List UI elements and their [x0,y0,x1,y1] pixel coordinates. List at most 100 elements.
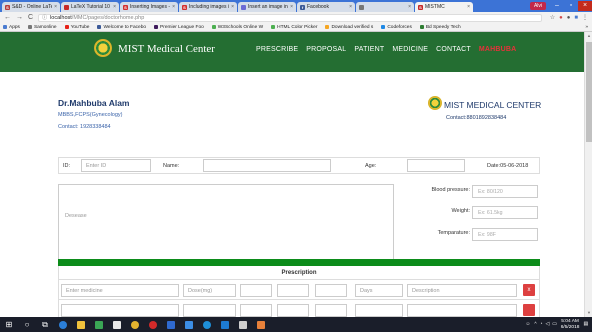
opera-icon[interactable] [144,317,162,332]
photos-icon[interactable] [234,317,252,332]
tab-close-icon[interactable]: × [231,4,234,10]
scroll-up-icon[interactable]: ▲ [586,33,592,39]
edge-icon[interactable] [54,317,72,332]
windows-start-icon[interactable]: ⊞ [0,317,18,332]
browser-tab[interactable]: S Inserting Images - × [120,2,178,12]
notifications-icon[interactable]: ▤ [583,322,588,327]
tray-chevron-icon[interactable]: ^ [534,322,536,327]
bookmark-item[interactable]: Apps [3,25,20,30]
extension-icon[interactable]: ● [559,15,563,21]
scroll-thumb[interactable] [586,42,592,142]
battery-icon[interactable]: ▭ [552,322,557,327]
temperature-input[interactable]: Ex: 98F [472,228,538,241]
schedule-night-input[interactable] [315,284,347,297]
disease-textarea[interactable]: Desease [58,184,394,260]
app-icon[interactable] [198,317,216,332]
nav-patient[interactable]: PATIENT [354,46,384,53]
url-input[interactable]: ⓘ localhost/MMC/pages/doctorhome.php [38,13,542,22]
bp-input[interactable]: Ex: 80/120 [472,185,538,198]
bookmark-star-icon[interactable]: ☆ [550,14,555,21]
search-icon[interactable]: ○ [18,317,36,332]
app-icon[interactable] [162,317,180,332]
browser-tab[interactable]: S MISTMC × [415,2,473,12]
schedule-morning-input[interactable] [240,304,272,317]
tab-close-icon[interactable]: × [54,4,57,10]
patient-name-input[interactable] [203,159,331,172]
delete-row-button[interactable] [523,304,535,316]
schedule-night-input[interactable] [315,304,347,317]
bookmark-item[interactable]: YouTube [64,25,89,30]
description-input[interactable] [407,304,517,317]
bookmark-label: Samonline [33,24,57,30]
bookmark-item[interactable]: Bd Speedy Tech [419,25,461,30]
browser-tab[interactable]: S Including images in × [179,2,237,12]
browser-tab[interactable]: Insert an image in × [238,2,296,12]
app-icon[interactable] [90,317,108,332]
medicine-input[interactable] [61,304,179,317]
bookmark-item[interactable]: Samonline [27,24,57,30]
more-bookmarks-icon[interactable]: » [585,25,588,30]
profile-badge[interactable]: Alvi [529,2,546,10]
schedule-noon-input[interactable] [277,284,309,297]
extension-icon[interactable]: ● [567,15,571,21]
back-icon[interactable]: ← [4,14,11,21]
scroll-down-icon[interactable]: ▼ [586,310,592,316]
bookmark-item[interactable]: Premier League Foo [154,25,204,30]
browser-tab[interactable]: × [356,2,414,12]
store-icon[interactable] [108,317,126,332]
tab-close-icon[interactable]: × [349,4,352,10]
bookmark-favicon-icon [271,25,276,29]
days-input[interactable]: Days [355,284,403,297]
nav-medicine[interactable]: MEDICINE [392,46,428,53]
minimize-icon[interactable]: – [550,1,564,11]
network-icon[interactable]: ◔ [540,322,543,327]
site-brand[interactable]: MIST Medical Center [118,43,215,55]
bookmark-item[interactable]: Welcome to Facebo [97,25,146,30]
tab-close-icon[interactable]: × [172,4,175,10]
taskbar-clock[interactable]: 5:04 AM 6/5/2018 [561,319,580,330]
description-input[interactable]: Description [407,284,517,297]
maximize-icon[interactable]: ▫ [564,1,578,11]
weight-input[interactable]: Ex: 61.5kg [472,206,538,219]
chrome-icon[interactable] [126,317,144,332]
app-icon[interactable] [180,317,198,332]
people-icon[interactable]: ☺ [525,322,530,327]
close-icon[interactable]: × [578,1,592,11]
extension-icon[interactable]: ■ [574,15,578,21]
bookmark-item[interactable]: HTML Color Picker [271,25,317,30]
menu-icon[interactable]: ⋮ [582,14,588,21]
nav-contact[interactable]: CONTACT [436,46,471,53]
bookmark-label: Premier League Foo [160,24,204,30]
nav-prescribe[interactable]: PRESCRIBE [256,46,298,53]
bookmark-item[interactable]: Download verified s [325,25,373,30]
browser-tab[interactable]: LaTeX Tutorial 10 Ins× [61,2,119,12]
reload-icon[interactable]: C [28,14,33,21]
patient-age-input[interactable] [407,159,465,172]
tab-close-icon[interactable]: × [113,4,116,10]
medicine-input[interactable]: Enter medicine [61,284,179,297]
dose-input[interactable]: Dose(mg) [183,284,236,297]
browser-tab[interactable]: f Facebook × [297,2,355,12]
id-label: ID: [63,162,71,169]
tab-close-icon[interactable]: × [290,4,293,10]
bookmark-item[interactable]: Codeforces [381,25,412,30]
bookmark-item[interactable]: W3Schools Online W [211,25,263,30]
patient-id-input[interactable]: Enter ID [81,159,151,172]
volume-icon[interactable]: ◁ [546,322,550,327]
schedule-noon-input[interactable] [277,304,309,317]
task-view-icon[interactable]: ⧉ [36,317,54,332]
browser-tab[interactable]: SS&D - Online LaTeX× [2,2,60,12]
dose-input[interactable] [183,304,236,317]
tab-close-icon[interactable]: × [467,4,470,10]
page-scrollbar[interactable]: ▲ ▼ [584,32,592,317]
vscode-icon[interactable] [216,317,234,332]
tab-close-icon[interactable]: × [408,4,411,10]
file-explorer-icon[interactable] [72,317,90,332]
app-icon[interactable] [252,317,270,332]
nav-proposal[interactable]: PROPOSAL [306,46,346,53]
forward-icon[interactable]: → [16,14,23,21]
nav-user[interactable]: MAHBUBA [479,46,517,53]
days-input[interactable] [355,304,403,317]
delete-row-button[interactable]: x [523,284,535,296]
schedule-morning-input[interactable] [240,284,272,297]
